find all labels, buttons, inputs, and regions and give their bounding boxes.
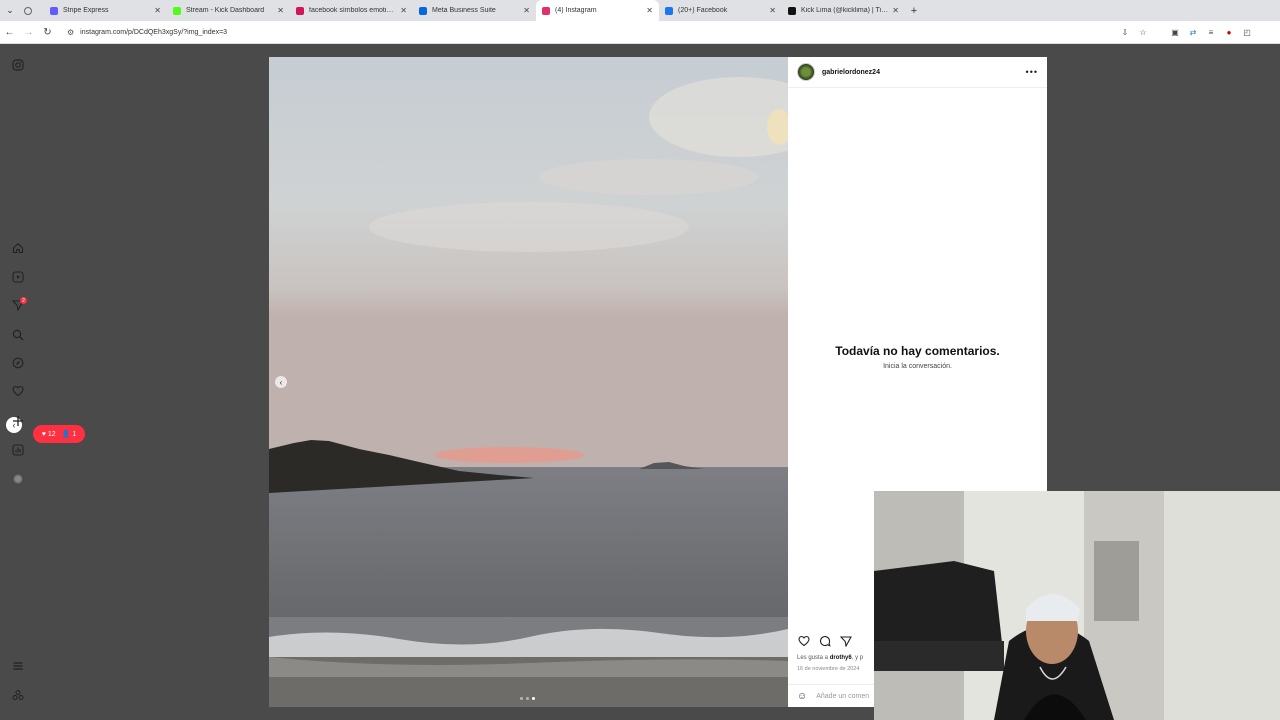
- more-options-icon[interactable]: •••: [1026, 67, 1038, 77]
- address-bar[interactable]: ⚙ instagram.com/p/DCdQEh3xgSy/?img_index…: [61, 23, 1111, 41]
- comment-input[interactable]: Añade un comen: [816, 693, 869, 700]
- tab-close-icon[interactable]: ✕: [892, 6, 899, 15]
- extension-icon[interactable]: ▣: [1169, 26, 1181, 38]
- more-menu-icon[interactable]: [10, 658, 26, 674]
- likes-prefix: Les gusta a: [797, 655, 829, 661]
- followers-notification: 👤 1: [61, 431, 77, 438]
- notification-count-badge: 2: [20, 297, 27, 304]
- instagram-logo-icon[interactable]: [10, 57, 26, 73]
- tab-favicon-icon: [50, 6, 58, 15]
- tab-title: (20+) Facebook: [678, 7, 728, 14]
- comment-icon[interactable]: [818, 634, 831, 647]
- carousel-dots: [520, 697, 535, 700]
- carousel-dot: [526, 697, 529, 700]
- author-username[interactable]: gabrielordonez24: [822, 69, 1026, 76]
- create-plus-icon[interactable]: [10, 413, 26, 429]
- new-tab-button[interactable]: +: [905, 5, 923, 17]
- tab-favicon-icon: [173, 6, 181, 15]
- explore-compass-icon[interactable]: [10, 355, 26, 371]
- likes-count: 12: [47, 430, 56, 438]
- translate-extension-icon[interactable]: ⇄: [1187, 26, 1199, 38]
- tab-title: (4) Instagram: [555, 7, 597, 14]
- puzzle-extensions-icon[interactable]: ◰: [1241, 26, 1253, 38]
- browser-tab-bar: ⌄ Stripe Express ✕ Stream - Kick Dashboard…: [0, 0, 1280, 21]
- notifications-heart-icon[interactable]: [10, 383, 26, 399]
- carousel-previous-button[interactable]: ‹: [275, 376, 287, 388]
- tab-close-icon[interactable]: ✕: [277, 6, 284, 15]
- carousel-dot-active: [532, 697, 535, 700]
- chrome-icon: [24, 6, 32, 15]
- filter-extension-icon[interactable]: ≡: [1205, 26, 1217, 38]
- tab-title: Stream - Kick Dashboard: [186, 7, 265, 14]
- tab-close-icon[interactable]: ✕: [154, 6, 161, 15]
- bookmark-star-icon[interactable]: ☆: [1137, 26, 1149, 38]
- activity-notification-pill[interactable]: ♥ 12 👤 1: [33, 425, 85, 443]
- webcam-overlay: [874, 491, 1280, 720]
- tab-close-icon[interactable]: ✕: [769, 6, 776, 15]
- install-app-icon[interactable]: ⇩: [1119, 26, 1131, 38]
- back-icon[interactable]: ←: [0, 27, 19, 38]
- followers-count: 1: [72, 431, 77, 438]
- url-text: instagram.com/p/DCdQEh3xgSy/?img_index=3: [80, 28, 228, 36]
- home-icon[interactable]: [10, 240, 26, 256]
- browser-tab[interactable]: Meta Business Suite ✕: [413, 0, 536, 21]
- record-extension-icon[interactable]: ●: [1223, 26, 1235, 38]
- post-date: 16 de noviembre de 2024: [797, 666, 860, 672]
- post-actions: [797, 634, 852, 647]
- like-heart-icon[interactable]: [797, 634, 810, 647]
- tab-search-chevron-icon[interactable]: ⌄: [0, 0, 20, 21]
- tab-title: Kick Lima (@kicklima) | TikTok: [801, 7, 889, 14]
- browser-toolbar: ← → ↻ ⚙ instagram.com/p/DCdQEh3xgSy/?img…: [0, 21, 1280, 44]
- site-info-icon[interactable]: ⚙: [67, 28, 74, 37]
- profile-avatar[interactable]: [10, 471, 26, 487]
- reels-icon[interactable]: [10, 269, 26, 285]
- tab-favicon-icon: [296, 6, 304, 15]
- tab-favicon-icon: [788, 6, 796, 15]
- no-comments-subtitle: Inicia la conversación.: [883, 363, 952, 370]
- browser-tab[interactable]: Kick Lima (@kicklima) | TikTok ✕: [782, 0, 905, 21]
- tab-favicon-icon: [542, 6, 550, 15]
- tab-close-icon[interactable]: ✕: [646, 6, 653, 15]
- tab-close-icon[interactable]: ✕: [400, 6, 407, 15]
- instagram-sidebar: 2 ‹ ♥ 12 👤 1: [0, 45, 85, 720]
- browser-tab[interactable]: (20+) Facebook ✕: [659, 0, 782, 21]
- author-avatar[interactable]: [797, 63, 815, 81]
- tab-close-icon[interactable]: ✕: [523, 6, 530, 15]
- dashboard-chart-icon[interactable]: [10, 442, 26, 458]
- tab-title: Meta Business Suite: [432, 7, 496, 14]
- liked-by-text: Les gusta a drothy6, y p: [797, 655, 864, 661]
- likes-notification: ♥ 12: [41, 430, 56, 438]
- browser-tab[interactable]: facebook símbolos emoticonos ✕: [290, 0, 413, 21]
- carousel-dot: [520, 697, 523, 700]
- browser-tab[interactable]: (4) Instagram ✕: [536, 0, 659, 21]
- extensions-area: ⇩ ☆ ▣ ⇄ ≡ ● ◰: [1119, 26, 1253, 38]
- share-send-icon[interactable]: [839, 634, 852, 647]
- also-from-meta-icon[interactable]: [10, 687, 26, 703]
- browser-tab[interactable]: Stream - Kick Dashboard ✕: [167, 0, 290, 21]
- no-comments-title: Todavía no hay comentarios.: [835, 344, 1000, 358]
- post-photo-sunset-beach: [269, 57, 788, 707]
- tab-title: Stripe Express: [63, 7, 109, 14]
- tab-favicon-icon: [665, 6, 673, 15]
- liked-by-user[interactable]: drothy6: [830, 655, 852, 661]
- post-header: gabrielordonez24 •••: [788, 57, 1047, 88]
- likes-suffix: y p: [855, 655, 864, 661]
- search-icon[interactable]: [10, 327, 26, 343]
- reload-icon[interactable]: ↻: [38, 27, 57, 38]
- forward-icon[interactable]: →: [19, 27, 38, 38]
- tab-title: facebook símbolos emoticonos: [309, 7, 397, 14]
- tab-favicon-icon: [419, 6, 427, 15]
- emoji-icon[interactable]: ☺: [797, 691, 807, 702]
- browser-tab[interactable]: Stripe Express ✕: [44, 0, 167, 21]
